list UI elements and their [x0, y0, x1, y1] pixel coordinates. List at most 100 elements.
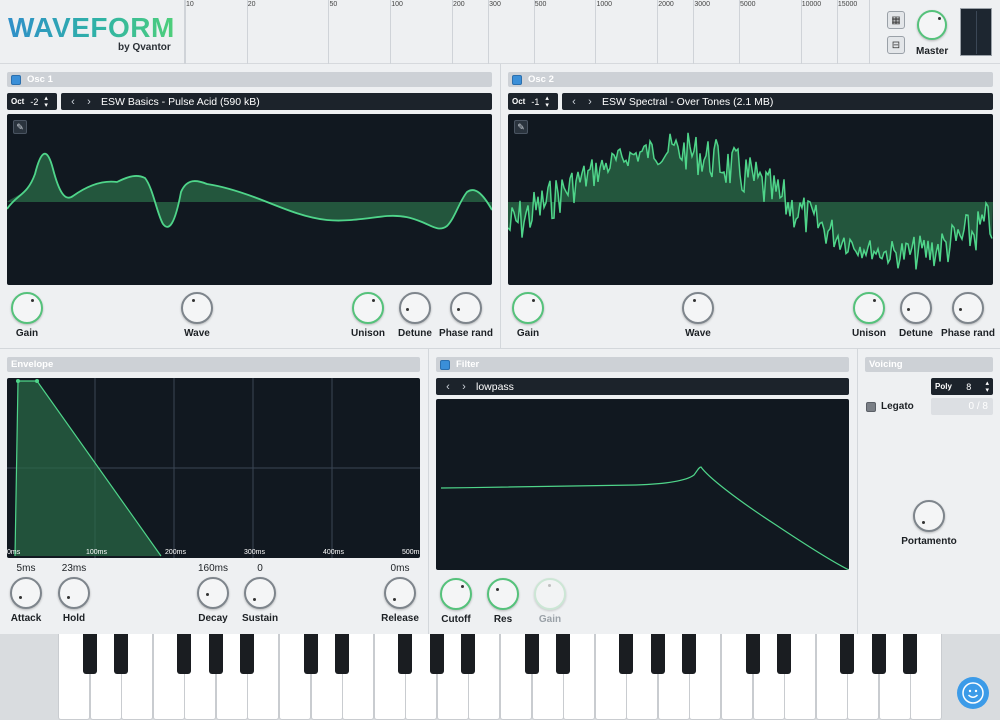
freq-gridline [452, 0, 454, 64]
filter-enable-checkbox[interactable] [440, 359, 450, 370]
osc2-oct-value: -1 [531, 96, 540, 107]
next-preset-icon[interactable]: › [81, 96, 97, 108]
osc1-unison-knob[interactable] [352, 292, 384, 324]
black-key[interactable] [177, 634, 192, 674]
hold-control: 23ms Hold [44, 563, 104, 624]
master-label: Master [916, 46, 949, 57]
hold-label: Hold [62, 613, 86, 624]
black-key[interactable] [903, 634, 918, 674]
black-key[interactable] [556, 634, 571, 674]
stepper-arrows-icon: ▴ ▾ [985, 379, 989, 394]
osc2-octave-stepper[interactable]: Oct -1 ▴ ▾ [508, 93, 558, 110]
osc2-phase-rand-control: Phase rand [938, 292, 998, 339]
poly-voices-stepper[interactable]: Poly 8 ▴ ▾ [931, 378, 993, 395]
cutoff-knob[interactable] [440, 578, 472, 610]
piano-keyboard[interactable] [58, 634, 943, 720]
poly-voices-value: 8 [966, 381, 972, 392]
osc1-detune-label: Detune [398, 328, 432, 339]
black-key[interactable] [82, 634, 97, 674]
osc2-wave-knob[interactable] [682, 292, 714, 324]
freq-label: 200 [453, 1, 465, 8]
osc2-wave-label: Wave [685, 328, 711, 339]
osc1-wave-knob[interactable] [181, 292, 213, 324]
osc1-oct-value: -2 [30, 96, 39, 107]
osc2-enable-checkbox[interactable] [512, 74, 522, 85]
prev-filter-icon[interactable]: ‹ [440, 381, 456, 393]
decay-label: Decay [198, 613, 228, 624]
attack-knob[interactable] [10, 577, 42, 609]
smiley-face-icon[interactable] [957, 677, 989, 709]
filter-gain-control: Gain [520, 578, 580, 625]
osc1-detune-knob[interactable] [399, 292, 431, 324]
filter-header: Filter [436, 357, 849, 372]
osc1-preset-selector[interactable]: ‹ › ESW Basics - Pulse Acid (590 kB) [61, 93, 492, 110]
osc2-gain-label: Gain [516, 328, 540, 339]
voicing-header: Voicing [865, 357, 993, 372]
osc2-phase-rand-knob[interactable] [952, 292, 984, 324]
master-knob[interactable] [917, 10, 947, 40]
filter-type-selector[interactable]: ‹ › lowpass [436, 378, 849, 395]
black-key[interactable] [240, 634, 255, 674]
black-key[interactable] [650, 634, 665, 674]
freq-gridline [185, 0, 186, 64]
envelope-graph[interactable]: 0ms 100ms 200ms 300ms 400ms 500ms [7, 378, 420, 558]
section-divider [0, 348, 1000, 349]
osc1-phase-rand-knob[interactable] [450, 292, 482, 324]
freq-label: 2000 [658, 1, 674, 8]
hold-knob[interactable] [58, 577, 90, 609]
osc2-waveform-graph [508, 132, 993, 270]
filter-response-graph[interactable] [436, 399, 849, 570]
black-key[interactable] [524, 634, 539, 674]
black-key[interactable] [461, 634, 476, 674]
release-value: 0ms [390, 563, 410, 574]
save-icon[interactable]: ⊟ [887, 36, 905, 54]
next-filter-icon[interactable]: › [456, 381, 472, 393]
black-key[interactable] [777, 634, 792, 674]
freq-label: 300 [489, 1, 501, 8]
osc1-waveform-display[interactable]: ✎ [7, 114, 492, 285]
grid-icon[interactable]: ▦ [887, 11, 905, 29]
filter-type-name: lowpass [476, 380, 514, 393]
freq-label: 500 [534, 1, 547, 8]
portamento-knob[interactable] [913, 500, 945, 532]
voicing-title: Voicing [869, 359, 903, 370]
osc1-gain-knob[interactable] [11, 292, 43, 324]
black-key[interactable] [114, 634, 129, 674]
black-key[interactable] [398, 634, 413, 674]
osc2-header: Osc 2 [508, 72, 993, 87]
osc1-wave-label: Wave [184, 328, 210, 339]
res-knob[interactable] [487, 578, 519, 610]
black-key[interactable] [335, 634, 350, 674]
black-key[interactable] [682, 634, 697, 674]
prev-preset-icon[interactable]: ‹ [566, 96, 582, 108]
osc1-preset-name: ESW Basics - Pulse Acid (590 kB) [101, 95, 260, 108]
osc2-gain-knob[interactable] [512, 292, 544, 324]
freq-gridline [738, 0, 740, 64]
osc1-octave-stepper[interactable]: Oct -2 ▴ ▾ [7, 93, 57, 110]
black-key[interactable] [303, 634, 318, 674]
release-knob[interactable] [384, 577, 416, 609]
prev-preset-icon[interactable]: ‹ [65, 96, 81, 108]
black-key[interactable] [840, 634, 855, 674]
pencil-edit-icon[interactable]: ✎ [514, 120, 528, 134]
black-key[interactable] [619, 634, 634, 674]
freq-gridline [595, 0, 597, 64]
osc2-waveform-display[interactable]: ✎ [508, 114, 993, 285]
cutoff-label: Cutoff [441, 614, 471, 625]
osc2-preset-selector[interactable]: ‹ › ESW Spectral - Over Tones (2.1 MB) [562, 93, 993, 110]
black-key[interactable] [208, 634, 223, 674]
next-preset-icon[interactable]: › [582, 96, 598, 108]
release-label: Release [381, 613, 419, 624]
osc2-detune-knob[interactable] [900, 292, 932, 324]
osc1-wave-control: Wave [167, 292, 227, 339]
black-key[interactable] [745, 634, 760, 674]
pencil-edit-icon[interactable]: ✎ [13, 120, 27, 134]
black-key[interactable] [871, 634, 886, 674]
black-key[interactable] [429, 634, 444, 674]
osc2-unison-knob[interactable] [853, 292, 885, 324]
legato-checkbox[interactable] [866, 402, 876, 412]
osc1-enable-checkbox[interactable] [11, 74, 21, 85]
sustain-knob[interactable] [244, 577, 276, 609]
decay-knob[interactable] [197, 577, 229, 609]
filter-gain-knob[interactable] [534, 578, 566, 610]
